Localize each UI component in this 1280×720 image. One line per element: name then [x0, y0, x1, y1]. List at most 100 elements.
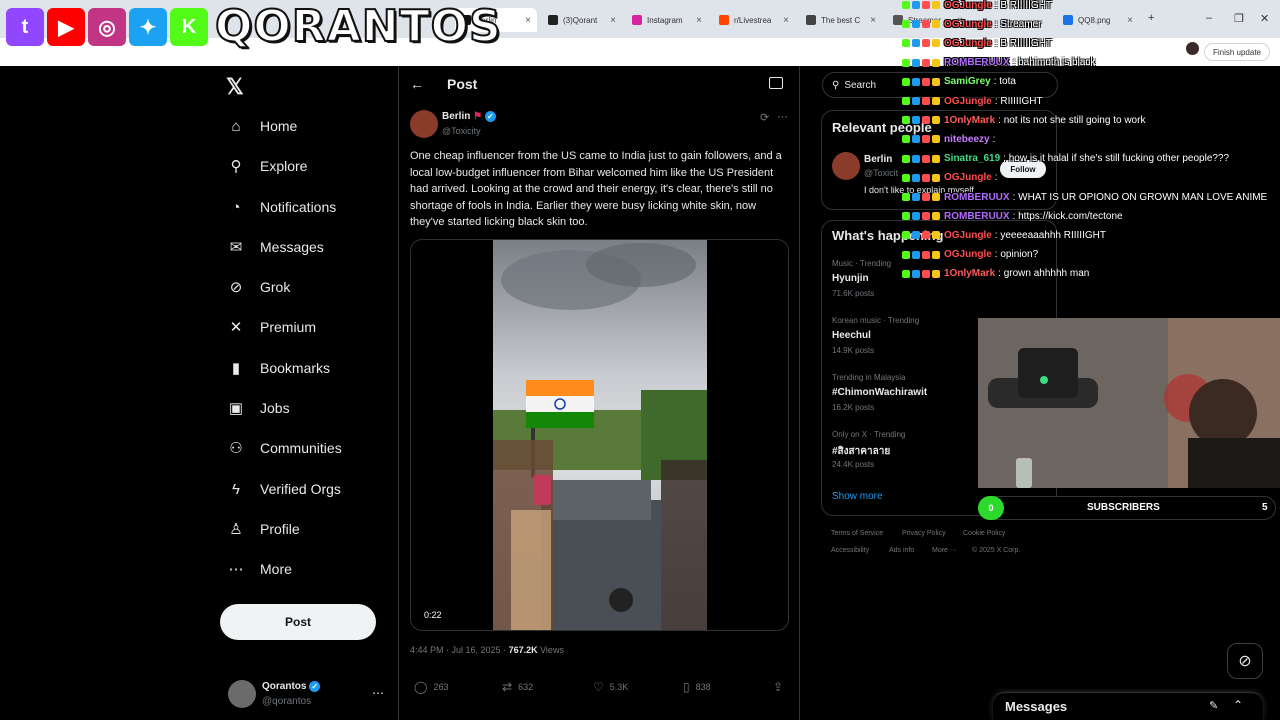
- reader-view-icon[interactable]: [769, 77, 783, 89]
- subscriber-goal: 5: [1262, 502, 1268, 513]
- nav-item-more[interactable]: ⋯ More: [226, 555, 292, 583]
- footer-link[interactable]: Cookie Policy: [963, 530, 1005, 537]
- nav-item-home[interactable]: ⌂ Home: [226, 112, 297, 140]
- close-tab-icon[interactable]: ×: [610, 15, 616, 26]
- search-icon: ⚲: [230, 158, 242, 175]
- nav-item-label: Grok: [260, 279, 291, 295]
- like-button[interactable]: ♡ 5.3K: [593, 680, 628, 694]
- post-more-icon[interactable]: ⋯: [777, 110, 788, 123]
- grok-icon[interactable]: ⊘: [1227, 643, 1263, 679]
- tab-label: The best C: [821, 15, 861, 25]
- maximize-icon[interactable]: ❐: [1234, 12, 1244, 25]
- tab-favicon-icon: [719, 15, 729, 25]
- home-icon: ⌂: [231, 117, 241, 135]
- minimize-icon[interactable]: –: [1206, 12, 1212, 24]
- footer-link[interactable]: More ···: [932, 547, 957, 554]
- trend-category: Music · Trending: [832, 259, 892, 268]
- post-button[interactable]: Post: [220, 604, 376, 640]
- relevant-person-name[interactable]: Berlin: [864, 154, 892, 165]
- chat-message: Sinatra_619: how is it halal if she's st…: [902, 152, 1229, 166]
- video-frame: [493, 240, 707, 630]
- finish-update-button[interactable]: Finish update: [1203, 43, 1270, 61]
- footer-link[interactable]: Ads info: [889, 547, 914, 554]
- relevant-person-avatar[interactable]: [832, 152, 860, 180]
- more-icon: ⋯: [228, 561, 244, 578]
- chat-username: OGJungle: [944, 172, 992, 184]
- account-name[interactable]: Qorantos ✓: [262, 681, 321, 692]
- post-timestamp: 4:44 PM · Jul 16, 2025 · 767.2K Views: [410, 645, 564, 655]
- nav-item-explore[interactable]: ⚲ Explore: [226, 152, 308, 180]
- chat-message: OGJungle: Streamer: [902, 17, 1041, 31]
- new-tab-icon[interactable]: +: [1148, 12, 1154, 24]
- x-logo-icon[interactable]: 𝕏: [226, 74, 244, 100]
- browser-tab[interactable]: QQ8.png ×: [1057, 8, 1139, 32]
- footer-link[interactable]: Terms of Service: [831, 530, 883, 537]
- chat-username: OGJungle: [944, 18, 992, 30]
- chat-username: nitebeezy: [944, 133, 990, 145]
- footer-link[interactable]: © 2025 X Corp.: [972, 547, 1020, 554]
- nav-item-communities[interactable]: ⚇ Communities: [226, 434, 341, 462]
- back-arrow-icon[interactable]: ←: [410, 76, 424, 92]
- nav-item-messages[interactable]: ✉ Messages: [226, 233, 324, 261]
- tab-favicon-icon: [548, 15, 558, 25]
- author-avatar[interactable]: [410, 110, 438, 138]
- chat-badges-icon: [902, 173, 940, 182]
- nav-item-verified-orgs[interactable]: ϟ Verified Orgs: [226, 475, 341, 503]
- tab-label: Instagram: [647, 15, 683, 25]
- share-button[interactable]: ⇪: [773, 680, 783, 694]
- chat-message: OGJungle: B RIIIIIGHT: [902, 36, 1052, 50]
- nav-item-profile[interactable]: ♙ Profile: [226, 515, 299, 543]
- bookmark-button[interactable]: ▯ 838: [683, 680, 711, 694]
- chat-badges-icon: [902, 250, 940, 259]
- nav-item-notifications[interactable]: ◔ Notifications: [226, 193, 336, 221]
- chat-badges-icon: [902, 154, 940, 163]
- nav-item-bookmarks[interactable]: ▮ Bookmarks: [226, 354, 330, 382]
- compose-message-icon[interactable]: ✎: [1209, 699, 1218, 712]
- close-tab-icon[interactable]: ×: [1127, 15, 1133, 26]
- footer-link[interactable]: Privacy Policy: [902, 530, 946, 537]
- nav-item-grok[interactable]: ⊘ Grok: [226, 273, 291, 301]
- chat-text: Streamer: [1000, 18, 1042, 30]
- close-tab-icon[interactable]: ×: [696, 15, 702, 26]
- show-more-link[interactable]: Show more: [832, 491, 883, 502]
- nav-item-jobs[interactable]: ▣ Jobs: [226, 394, 290, 422]
- youtube-logo-icon: ▶: [47, 8, 85, 46]
- browser-tab[interactable]: The best C ×: [800, 8, 882, 32]
- account-more-icon[interactable]: ⋯: [372, 686, 384, 700]
- heart-icon: ♡: [593, 680, 604, 694]
- streamer-brand: QORANTOS: [214, 1, 502, 52]
- chat-badges-icon: [902, 212, 940, 221]
- browser-tab[interactable]: Instagram ×: [626, 8, 708, 32]
- chat-badges-icon: [902, 269, 940, 278]
- nav-item-label: More: [260, 561, 292, 577]
- nav-item-premium[interactable]: ✕ Premium: [226, 313, 316, 341]
- browser-tab[interactable]: r/Livestrea ×: [713, 8, 795, 32]
- account-handle: @qorantos: [262, 696, 312, 707]
- trend-count: 16.2K posts: [832, 403, 875, 412]
- browser-tab[interactable]: (3)Qorant ×: [542, 8, 622, 32]
- repost-button[interactable]: ⇄ 632: [502, 680, 533, 694]
- profile-avatar-icon[interactable]: [1186, 42, 1199, 55]
- close-tab-icon[interactable]: ×: [783, 15, 789, 26]
- author-handle[interactable]: @Toxicity: [442, 126, 481, 136]
- chat-username: OGJungle: [944, 0, 992, 11]
- tab-favicon-icon: [632, 15, 642, 25]
- reply-button[interactable]: ◯ 263: [414, 680, 448, 694]
- webcam-image: [978, 318, 1280, 488]
- chevron-up-icon[interactable]: ⌃: [1233, 698, 1243, 712]
- nav-item-label: Premium: [260, 319, 317, 335]
- close-window-icon[interactable]: ✕: [1260, 12, 1269, 25]
- chat-text: bahimoth is black: [1018, 57, 1096, 69]
- footer-link[interactable]: Accessibility: [831, 547, 869, 554]
- avatar[interactable]: [228, 680, 256, 708]
- messages-drawer[interactable]: Messages ✎ ⌃: [993, 692, 1263, 720]
- close-tab-icon[interactable]: ×: [870, 15, 876, 26]
- post-video[interactable]: 0:22: [410, 239, 789, 631]
- author-name[interactable]: Berlin ⚑ ✓: [442, 111, 496, 122]
- chat-text: opinion?: [1000, 249, 1039, 261]
- close-tab-icon[interactable]: ×: [525, 15, 531, 26]
- bookmark-icon: ▯: [683, 680, 690, 694]
- grok-explain-icon[interactable]: ⟳: [760, 111, 769, 124]
- chat-badges-icon: [902, 77, 940, 86]
- chat-text: B RIIIIIGHT: [1000, 0, 1053, 11]
